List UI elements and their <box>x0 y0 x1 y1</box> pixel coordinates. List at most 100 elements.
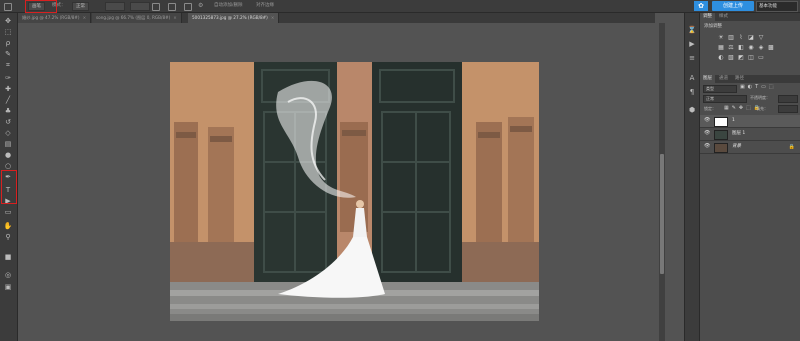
stamp-tool[interactable]: ♣ <box>3 107 13 116</box>
visibility-eye-icon[interactable]: 👁 <box>704 144 710 149</box>
lasso-tool[interactable]: ρ <box>3 39 13 48</box>
exposure-icon[interactable]: ◪ <box>748 35 754 41</box>
panel-dock: ⌛ ▶ ≡ A ¶ ⬢ <box>684 13 699 341</box>
paragraph-icon[interactable]: ¶ <box>687 87 697 97</box>
document-tabs: 婚纱.jpg @ 47.2% (RGB/8#) × song.jpg @ 66.7… <box>18 13 655 23</box>
layer-thumbnail <box>714 143 728 153</box>
hand-tool[interactable]: ✋ <box>3 222 13 231</box>
quick-select-tool[interactable]: ✎ <box>3 50 13 59</box>
cloud-logo-icon[interactable]: ✿ <box>694 1 708 11</box>
color-balance-icon[interactable]: ⚖ <box>728 45 734 51</box>
close-icon[interactable]: × <box>173 15 177 20</box>
pressure-size-icon[interactable] <box>184 3 192 11</box>
mode-select[interactable]: 正常 <box>72 2 89 11</box>
pen-tool-highlight <box>1 170 17 204</box>
airbrush-icon[interactable] <box>152 3 160 11</box>
tab-paths[interactable]: 路径 <box>732 75 747 83</box>
tab-layers[interactable]: 图层 <box>700 75 715 83</box>
tab-document-3[interactable]: 5001325873.jpg @ 27.2% (RGB/8#) × <box>188 13 280 23</box>
layer-fill-field[interactable] <box>778 105 798 113</box>
curves-icon[interactable]: ⌇ <box>738 35 744 41</box>
tab-adjustments[interactable]: 调整 <box>700 13 715 21</box>
threshold-icon[interactable]: ◩ <box>738 55 744 61</box>
history-brush-tool[interactable]: ↺ <box>3 118 13 127</box>
layer-name: 1 <box>732 118 735 123</box>
canvas-photo[interactable] <box>170 62 539 321</box>
layer-thumbnail <box>714 117 728 127</box>
cloud-upload-button[interactable]: 创建上传 <box>712 1 754 11</box>
scrollbar-thumb[interactable] <box>660 154 664 274</box>
lock-label: 锁定： <box>704 106 716 111</box>
character-icon[interactable]: A <box>687 73 697 83</box>
tab-document-1[interactable]: 婚纱.jpg @ 47.2% (RGB/8#) × <box>18 13 92 23</box>
actions-icon[interactable]: ▶ <box>687 39 697 49</box>
adjustment-icons: ☀ ▥ ⌇ ◪ ▽ ▦ ⚖ ◧ ◉ ◈ ▩ ◐ ▧ ◩ ◫ ▭ <box>700 31 800 63</box>
eyedropper-tool[interactable]: ✑ <box>3 74 13 83</box>
options-bar: 画笔 模式： 正常 ⚙ 自动添加/删除 对齐边缘 创建上传 ✿ 基本功能 <box>0 0 800 13</box>
visibility-eye-icon[interactable]: 👁 <box>704 118 710 123</box>
3d-icon[interactable]: ⬢ <box>687 105 697 115</box>
history-icon[interactable]: ⌛ <box>687 25 697 35</box>
pressure-opacity-icon[interactable] <box>168 3 176 11</box>
color-swatches[interactable]: ■ <box>3 253 13 262</box>
bride-photo-image <box>170 62 539 321</box>
tab-document-2[interactable]: song.jpg @ 66.7% (图层 0, RGB/8#) × <box>92 13 182 23</box>
layer-opacity-field[interactable] <box>778 95 798 103</box>
tab-styles[interactable]: 样式 <box>716 13 731 21</box>
blur-tool[interactable]: ● <box>3 151 13 160</box>
highlight-box <box>25 0 57 13</box>
layer-kind-filter[interactable]: 类型 <box>703 85 737 93</box>
quick-mask[interactable]: ◎ <box>3 271 13 280</box>
workspace-select[interactable]: 基本功能 <box>756 1 798 12</box>
opacity-field[interactable] <box>105 2 125 11</box>
right-panels: 调整 样式 添加调整 ☀ ▥ ⌇ ◪ ▽ ▦ ⚖ ◧ ◉ ◈ ▩ ◐ ▧ ◩ ◫… <box>699 13 800 341</box>
move-tool[interactable]: ✥ <box>3 17 13 26</box>
eraser-tool[interactable]: ◇ <box>3 129 13 138</box>
visibility-eye-icon[interactable]: 👁 <box>704 131 710 136</box>
layer-row-2[interactable]: 👁 图层 1 <box>700 128 800 141</box>
gradient-map-icon[interactable]: ▭ <box>758 55 764 61</box>
filter-icons[interactable]: ▣◐T▭⬚ <box>740 84 777 90</box>
tool-preset-icon[interactable] <box>4 3 12 11</box>
properties-icon[interactable]: ≡ <box>687 53 697 63</box>
lock-icon: 🔒 <box>788 144 795 150</box>
tab-channels[interactable]: 通道 <box>716 75 731 83</box>
fill-label: 填充： <box>756 106 768 111</box>
photo-filter-icon[interactable]: ◉ <box>748 45 754 51</box>
color-lookup-icon[interactable]: ▩ <box>768 45 774 51</box>
healing-tool[interactable]: ✚ <box>3 85 13 94</box>
crop-tool[interactable]: ⌗ <box>3 61 13 70</box>
invert-icon[interactable]: ◐ <box>718 55 724 61</box>
blend-mode-select[interactable]: 正常 <box>703 95 747 103</box>
marquee-tool[interactable]: ⬚ <box>3 28 13 37</box>
shape-tool[interactable]: ▭ <box>3 208 13 217</box>
tab-label: 5001325873.jpg @ 27.2% (RGB/8#) <box>192 15 268 20</box>
adjustments-tabs: 调整 样式 <box>700 13 800 21</box>
gradient-tool[interactable]: ▤ <box>3 140 13 149</box>
layer-thumbnail <box>714 130 728 140</box>
auto-add-delete-label[interactable]: 自动添加/删除 <box>214 2 243 10</box>
layer-row-background[interactable]: 👁 背景 🔒 <box>700 141 800 154</box>
tab-label: song.jpg @ 66.7% (图层 0, RGB/8#) <box>96 15 171 20</box>
channel-mixer-icon[interactable]: ◈ <box>758 45 764 51</box>
zoom-tool[interactable]: ⚲ <box>3 233 13 242</box>
flow-field[interactable] <box>130 2 150 11</box>
layer-name: 背景 <box>732 144 741 149</box>
layer-row-1[interactable]: 👁 1 <box>700 115 800 128</box>
vibrance-icon[interactable]: ▽ <box>758 35 764 41</box>
levels-icon[interactable]: ▥ <box>728 35 734 41</box>
close-icon[interactable]: × <box>271 15 275 20</box>
opacity-label: 不透明度： <box>750 95 770 100</box>
black-white-icon[interactable]: ◧ <box>738 45 744 51</box>
posterize-icon[interactable]: ▧ <box>728 55 734 61</box>
close-icon[interactable]: × <box>83 15 87 20</box>
brush-tool[interactable]: ╱ <box>3 96 13 105</box>
settings-gear-icon[interactable]: ⚙ <box>198 2 203 10</box>
align-edges-label[interactable]: 对齐边缘 <box>256 2 274 10</box>
screen-mode[interactable]: ▣ <box>3 283 13 292</box>
layers-tabs: 图层 通道 路径 <box>700 75 800 83</box>
brightness-icon[interactable]: ☀ <box>718 35 724 41</box>
adjustments-title: 添加调整 <box>704 24 722 29</box>
selective-color-icon[interactable]: ◫ <box>748 55 754 61</box>
hue-saturation-icon[interactable]: ▦ <box>718 45 724 51</box>
